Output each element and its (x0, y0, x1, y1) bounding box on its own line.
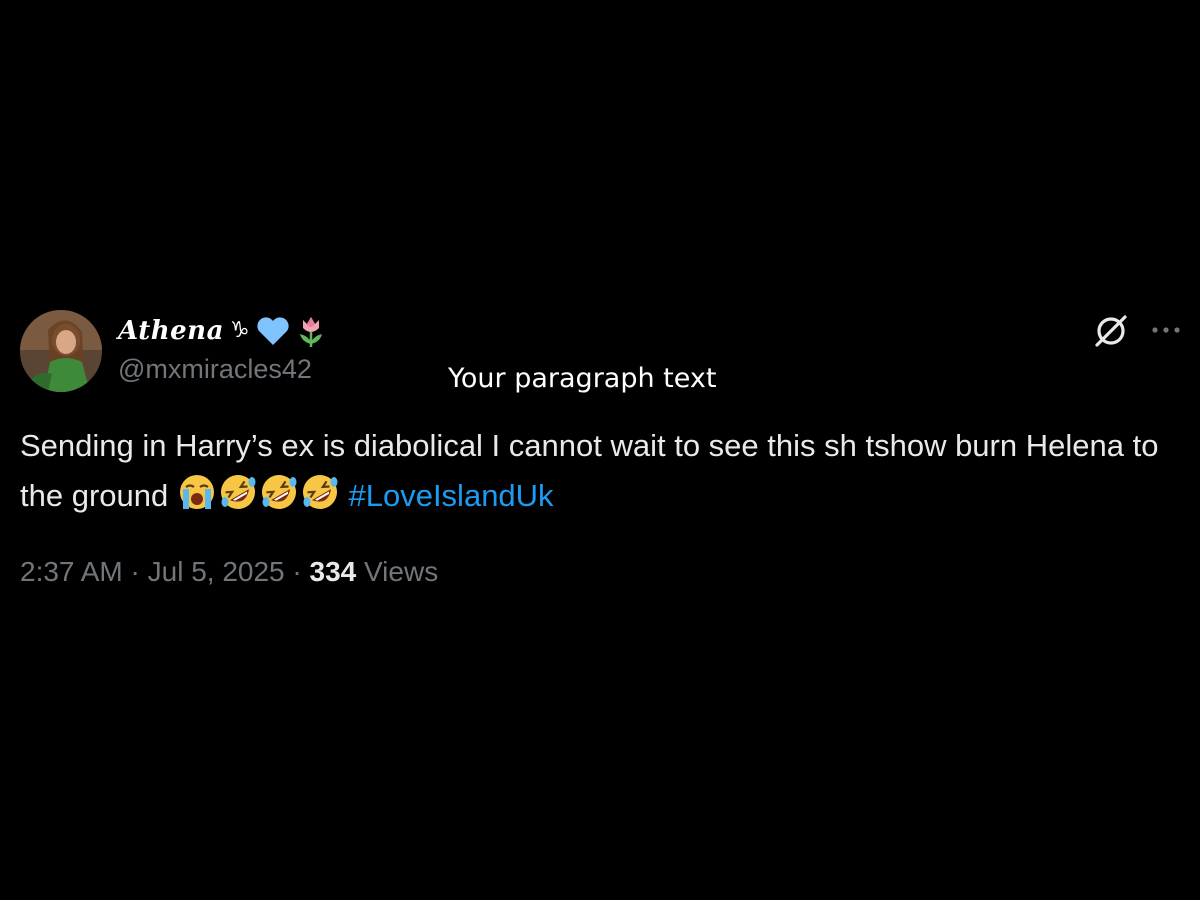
meta-separator: · (130, 556, 140, 587)
grok-icon[interactable] (1092, 312, 1130, 350)
tweet-emoji-group (177, 472, 340, 512)
meta-separator: · (292, 556, 302, 587)
rolling-laughing-icon (220, 475, 256, 509)
light-blue-heart-icon (256, 316, 290, 346)
tweet-date[interactable]: Jul 5, 2025 (148, 556, 285, 587)
tweet-time[interactable]: 2:37 AM (20, 556, 123, 587)
tulip-icon (296, 314, 326, 348)
avatar[interactable] (20, 310, 102, 392)
loudly-crying-face-icon (179, 475, 214, 509)
display-name[interactable]: Athena (118, 316, 224, 346)
more-options-icon[interactable] (1148, 318, 1184, 342)
avatar-image (20, 310, 102, 392)
views-count[interactable]: 334 (310, 556, 357, 587)
capricorn-icon: ♑ (229, 318, 250, 343)
user-handle[interactable]: @mxmiracles42 (118, 354, 312, 385)
rolling-laughing-icon (261, 475, 297, 509)
rolling-laughing-icon (302, 475, 338, 509)
hashtag-link[interactable]: #LoveIslandUk (348, 478, 553, 513)
views-label: Views (364, 556, 439, 587)
tweet-meta: 2:37 AM · Jul 5, 2025 · 334 Views (20, 556, 438, 588)
tweet-body: Sending in Harry’s ex is diabolical I ca… (20, 421, 1190, 521)
display-name-row: Athena ♑ (118, 312, 326, 350)
overlay-paragraph-text: Your paragraph text (448, 363, 717, 394)
tweet-card: Athena ♑ @mxmiracles42 Your paragraph te… (0, 0, 1200, 900)
